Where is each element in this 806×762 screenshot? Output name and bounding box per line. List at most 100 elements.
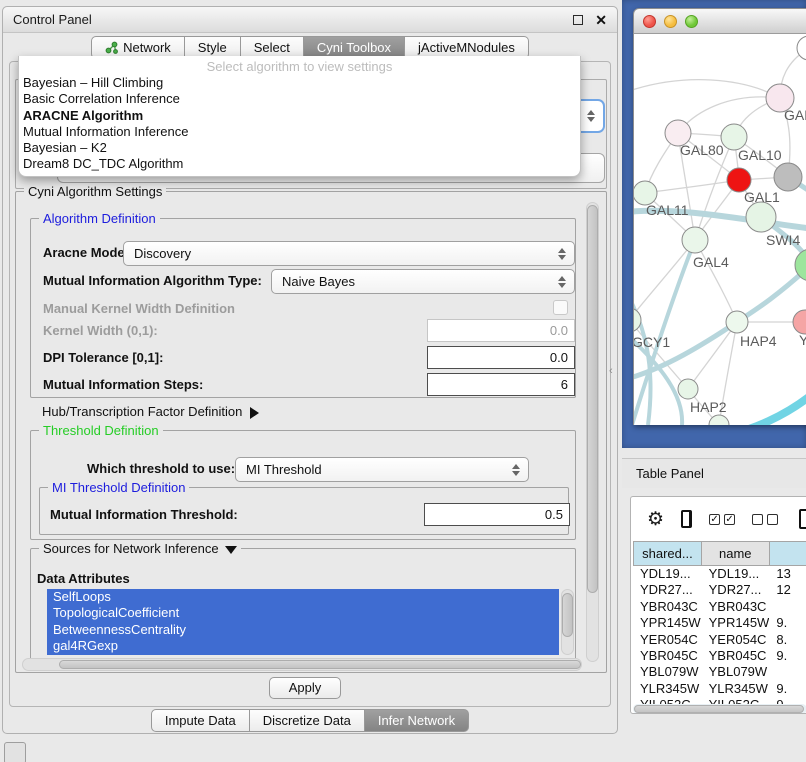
table-row[interactable]: YPR145W YPR145W 9. xyxy=(633,615,806,631)
column-header-partial[interactable] xyxy=(770,541,806,566)
hub-definition-toggle[interactable]: Hub/Transcription Factor Definition xyxy=(42,404,259,419)
list-item[interactable]: TopologicalCoefficient xyxy=(47,605,559,621)
table-row[interactable]: YBL079W YBL079W xyxy=(633,664,806,680)
cell[interactable]: YLR345W xyxy=(702,681,770,697)
node[interactable] xyxy=(793,310,806,334)
float-icon[interactable] xyxy=(573,15,583,25)
columns-icon[interactable] xyxy=(681,510,692,528)
cell[interactable] xyxy=(769,599,806,615)
attributes-list-scrollbar-thumb[interactable] xyxy=(562,593,573,637)
cell[interactable]: YBR045C xyxy=(702,648,770,664)
cell[interactable]: 12 xyxy=(769,582,806,598)
mi-steps-field[interactable]: 6 xyxy=(427,373,575,396)
attributes-list-scrollbar[interactable] xyxy=(561,589,574,655)
node[interactable] xyxy=(678,379,698,399)
cell[interactable]: YDR27... xyxy=(633,582,702,598)
cell[interactable]: 8. xyxy=(769,632,806,648)
which-threshold-combobox[interactable]: MI Threshold xyxy=(235,457,529,482)
cell[interactable]: YBR043C xyxy=(633,599,702,615)
dpi-tolerance-field[interactable]: 0.0 xyxy=(427,346,575,369)
splitter-handle[interactable]: ‹ xyxy=(609,365,613,377)
cell[interactable]: 9. xyxy=(769,615,806,631)
popup-item-basic-correlation[interactable]: Basic Correlation Inference xyxy=(19,91,580,107)
cell[interactable]: YLR345W xyxy=(633,681,702,697)
table-row[interactable]: YBR045C YBR045C 9. xyxy=(633,648,806,664)
node[interactable] xyxy=(726,311,748,333)
cell[interactable]: YPR145W xyxy=(633,615,702,631)
tab-network-label: Network xyxy=(123,40,171,55)
column-header-name[interactable]: name xyxy=(702,541,770,566)
node[interactable] xyxy=(774,163,802,191)
table-panel-card: ⚙ ✓✓ shared... name YDL19... YDL19... 13 xyxy=(630,496,806,714)
popup-item-aracne[interactable]: ARACNE Algorithm xyxy=(19,108,580,124)
cell[interactable]: YBL079W xyxy=(633,664,702,680)
cell[interactable]: YDR27... xyxy=(702,582,770,598)
list-item[interactable]: BetweennessCentrality xyxy=(47,622,559,638)
settings-horizontal-scrollbar-thumb[interactable] xyxy=(59,660,581,669)
table-row[interactable]: YER054C YER054C 8. xyxy=(633,632,806,648)
table-row[interactable]: YLR345W YLR345W 9. xyxy=(633,681,806,697)
cell[interactable]: YBL079W xyxy=(702,664,770,680)
cell[interactable]: YER054C xyxy=(633,632,702,648)
cell[interactable]: 9. xyxy=(769,648,806,664)
close-traffic-light-icon[interactable] xyxy=(643,15,656,28)
sources-group: Sources for Network Inference Data Attri… xyxy=(30,548,576,666)
settings-group-title: Cyni Algorithm Settings xyxy=(24,184,166,199)
cell[interactable]: YBR045C xyxy=(633,648,702,664)
cyni-bottom-tabs: Impute Data Discretize Data Infer Networ… xyxy=(3,709,617,732)
table-header-row: shared... name xyxy=(633,541,806,566)
kernel-width-field[interactable]: 0.0 xyxy=(427,319,575,342)
cell[interactable]: YER054C xyxy=(702,632,770,648)
document-icon[interactable] xyxy=(799,509,806,529)
column-header-shared-name[interactable]: shared... xyxy=(633,541,702,566)
cell[interactable]: 13 xyxy=(769,566,806,582)
cell[interactable]: YPR145W xyxy=(702,615,770,631)
table-horizontal-scrollbar[interactable] xyxy=(633,704,806,714)
settings-horizontal-scrollbar[interactable] xyxy=(22,658,582,671)
cell[interactable]: YBR043C xyxy=(702,599,770,615)
list-item[interactable]: gal4RGexp xyxy=(47,638,559,654)
aracne-mode-combobox[interactable]: Discovery xyxy=(123,241,575,266)
popup-item-bayesian-k2[interactable]: Bayesian – K2 xyxy=(19,140,580,156)
manual-kernel-checkbox[interactable] xyxy=(553,300,568,315)
expand-right-icon[interactable] xyxy=(250,407,259,419)
table-row[interactable]: YBR043C YBR043C xyxy=(633,599,806,615)
table-horizontal-scrollbar-thumb[interactable] xyxy=(634,705,804,713)
tab-infer-network[interactable]: Infer Network xyxy=(365,709,469,732)
apply-button[interactable]: Apply xyxy=(269,677,341,699)
network-window-titlebar[interactable] xyxy=(633,8,806,34)
cell[interactable]: 9. xyxy=(769,681,806,697)
cell[interactable] xyxy=(769,664,806,680)
cell[interactable]: YDL19... xyxy=(633,566,702,582)
collapse-down-icon[interactable] xyxy=(225,546,237,554)
deselect-all-columns-icon[interactable] xyxy=(752,514,778,525)
popup-item-mutual-information[interactable]: Mutual Information Inference xyxy=(19,124,580,140)
list-item[interactable]: SelfLoops xyxy=(47,589,559,605)
cell[interactable]: YDL19... xyxy=(702,566,770,582)
minimize-traffic-light-icon[interactable] xyxy=(664,15,677,28)
node[interactable] xyxy=(746,202,776,232)
network-canvas[interactable]: GAL GAL80 GAL10 GAL1 GAL11 SWI4 GAL4 GCY… xyxy=(633,34,806,425)
data-attributes-list[interactable]: SelfLoops TopologicalCoefficient Between… xyxy=(47,589,559,655)
table-row[interactable]: YDL19... YDL19... 13 xyxy=(633,566,806,582)
sources-group-title[interactable]: Sources for Network Inference xyxy=(39,541,241,556)
aracne-mode-value: Discovery xyxy=(134,246,191,261)
settings-vertical-scrollbar[interactable] xyxy=(586,202,599,662)
popup-item-dream8[interactable]: Dream8 DC_TDC Algorithm xyxy=(19,156,580,172)
control-panel-title: Control Panel xyxy=(13,12,573,27)
node[interactable] xyxy=(682,227,708,253)
select-all-columns-icon[interactable]: ✓✓ xyxy=(709,514,735,525)
settings-vertical-scrollbar-thumb[interactable] xyxy=(587,205,598,593)
close-icon[interactable]: ✕ xyxy=(595,15,607,25)
tab-impute-data[interactable]: Impute Data xyxy=(151,709,250,732)
mi-threshold-field[interactable]: 0.5 xyxy=(424,503,570,526)
zoom-traffic-light-icon[interactable] xyxy=(685,15,698,28)
table-row[interactable]: YDR27... YDR27... 12 xyxy=(633,582,806,598)
collapsed-panel-button[interactable] xyxy=(4,742,26,762)
tab-jactivemnodules-label: jActiveMNodules xyxy=(418,40,515,55)
tab-discretize-data[interactable]: Discretize Data xyxy=(250,709,365,732)
kernel-width-label: Kernel Width (0,1): xyxy=(43,323,158,338)
popup-item-bayesian-hill-climbing[interactable]: Bayesian – Hill Climbing xyxy=(19,75,580,91)
gear-icon[interactable]: ⚙ xyxy=(647,510,664,529)
mi-type-combobox[interactable]: Naive Bayes xyxy=(271,269,575,294)
